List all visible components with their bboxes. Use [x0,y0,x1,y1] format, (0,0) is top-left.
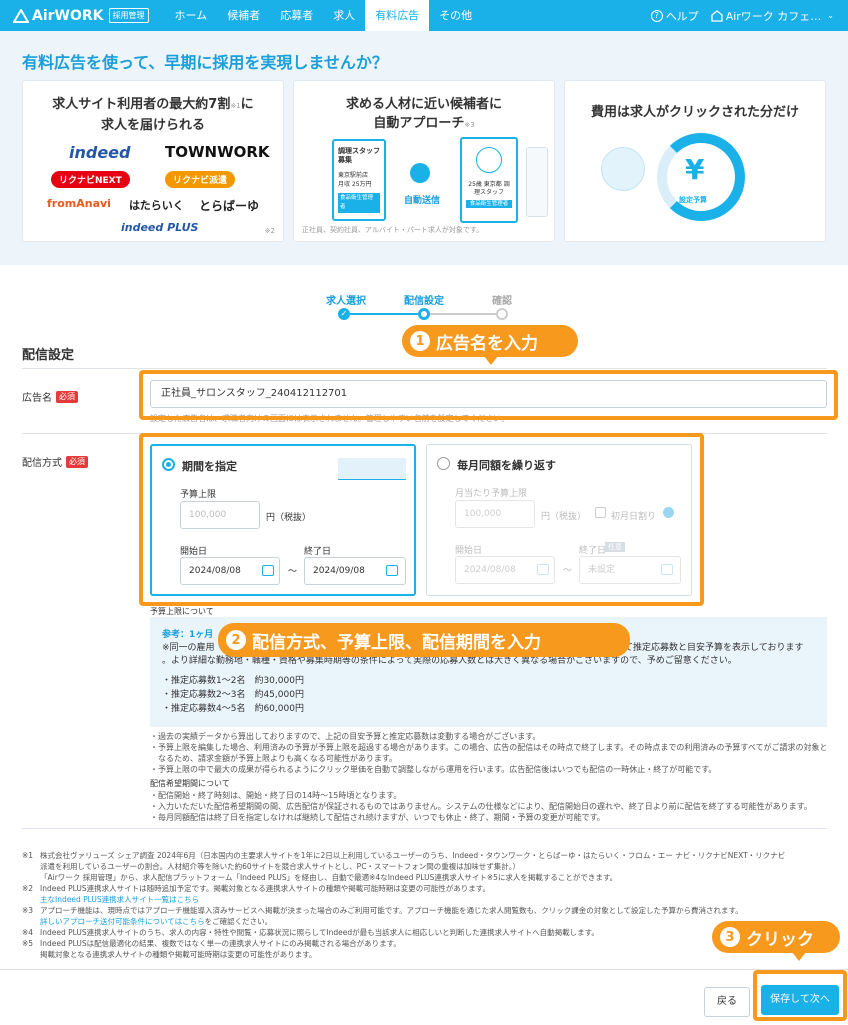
brand-torabayu: とらばーゆ [199,199,260,213]
coin-hand-icon [601,147,645,191]
delivery-method-label: 配信方式 必須 [22,454,88,469]
help-icon: ? [650,9,663,22]
footnote-1: ※1 株式会社ヴァリューズ シェア調査 2024年6月（日本国内の主要求人サイト… [22,851,786,882]
store-icon [711,9,723,22]
promo-card-cost: 費用は求人がクリックされた分だけ ¥ 設定予算 [564,80,826,242]
callout-step-1-pointer [484,356,498,365]
footnote-5: ※5 Indeed PLUSは配信最適化の結果、複数ではなく単一の連携求人サイト… [22,939,401,959]
candidate-card-illustration: 25歳 東京都 調理スタッフ 食品衛生管理者 [460,137,518,223]
footnote-2: ※2 Indeed PLUS連携求人サイトは随時追加予定です。掲載対象となる連携… [22,884,490,905]
brand-indeed-plus: indeed PLUS [121,221,199,234]
callout-step-3: 3 クリック [712,921,840,953]
divider [22,828,827,829]
budget-label: 設定予算 [679,196,707,204]
brand-rikunabi-haken: リクナビ派遣 [165,171,236,188]
nav-other[interactable]: その他 [429,0,482,31]
mail-icon [410,163,430,183]
card1-note: ※2 [264,227,275,235]
budget-info-heading: 予算上限について [150,607,214,616]
step-job-select: 求人選択 [326,296,366,307]
indeed-plus-sites-link[interactable]: 主なIndeed PLUS連携求人サイト一覧はこちら [40,894,490,905]
period-notes: ・配信開始・終了時刻は、開始・終了日の14時〜15時頃となります。 ・入力いただ… [150,791,812,822]
section-title: 配信設定 [22,348,75,363]
step-current-icon [418,308,430,320]
yen-symbol: ¥ [685,153,705,186]
budget-ref-title: 参考：1ヶ月 [162,630,214,640]
brand-froma-navi: fromAnavi [47,197,111,210]
budget-ref-text1b: て推定応募数と目安予算を表示しております [624,643,804,653]
highlight-delivery-method [139,433,704,606]
candidate-card-ghost [526,147,548,217]
highlight-ad-name [139,370,838,420]
divider [22,368,827,369]
step-done-icon: ✓ [338,308,350,320]
card2-note: 正社員、契約社員、アルバイト・パート求人が対象です。 [302,226,484,234]
approach-conditions-link[interactable]: 詳しいアプローチ送付可能条件についてはこちら [40,917,205,926]
card1-title: 求人サイト利用者の最大約7割※1に 求人を届けられる [52,97,254,133]
footnotes: ※1 株式会社ヴァリューズ シェア調査 2024年6月（日本国内の主要求人サイト… [22,850,827,960]
airwork-logo[interactable]: AirWORK 採用管理 [13,8,149,24]
budget-row: ・推定応募数4〜5名 約60,000円 [162,704,304,714]
required-badge: 必須 [66,455,88,468]
highlight-save-button [753,970,847,1021]
brand-hatarako: はたらいく [129,199,184,212]
budget-row: ・推定応募数2〜3名 約45,000円 [162,690,304,700]
promo-card-approach: 求める人材に近い候補者に 自動アプローチ※3 調理スタッフ募集 東京駅前店 月収… [293,80,555,242]
help-link[interactable]: ? ヘルプ [650,8,699,24]
callout-step-2: 2 配信方式、予算上限、配信期間を入力 [218,623,630,657]
footnote-3: ※3 アプローチ機能は、現時点ではアプローチ機能導入済みサービスへ掲載が決まった… [22,906,743,926]
main-nav: ホーム 候補者 応募者 求人 有料広告 その他 [165,0,483,31]
callout-step-1: 1 広告名を入力 [402,325,578,357]
nav-candidates[interactable]: 候補者 [217,0,270,31]
header-right: ? ヘルプ Airワーク カフェ… ⌄ [639,0,834,31]
top-header: AirWORK 採用管理 ホーム 候補者 応募者 求人 有料広告 その他 ? ヘ… [0,0,848,31]
required-badge: 必須 [56,390,78,403]
nav-home[interactable]: ホーム [165,0,218,31]
account-menu[interactable]: Airワーク カフェ… ⌄ [711,8,834,24]
card2-title: 求める人材に近い候補者に 自動アプローチ※3 [345,97,502,131]
brand-badge: 採用管理 [108,8,149,23]
step-future-icon [496,308,508,320]
nav-applicants[interactable]: 応募者 [270,0,323,31]
budget-row: ・推定応募数1〜2名 約30,000円 [162,676,304,686]
brand-name: AirWORK [32,7,104,24]
nav-jobs[interactable]: 求人 [323,0,365,31]
step-delivery-settings: 配信設定 [404,296,444,307]
promo-hero: 有料広告を使って、早期に採用を実現しませんか？ 求人サイト利用者の最大約7割※1… [0,31,848,265]
person-icon [476,147,502,173]
promo-card-reach: 求人サイト利用者の最大約7割※1に 求人を届けられる indeed TOWNWO… [22,80,284,242]
hero-title: 有料広告を使って、早期に採用を実現しませんか？ [22,53,388,72]
brand-indeed: indeed [69,143,131,162]
nav-paid-ads[interactable]: 有料広告 [365,0,430,31]
airwork-logo-icon [13,8,29,23]
brand-townwork: TOWNWORK [165,143,270,161]
account-name: Airワーク カフェ… [725,9,822,23]
budget-notes: ・過去の実績データから算出しておりますので、上記の目安予算と推定応募数は変動する… [150,732,827,774]
back-button[interactable]: 戻る [704,987,750,1017]
progress-line-todo [424,313,502,315]
callout-step-3-pointer [792,952,806,961]
job-card-illustration: 調理スタッフ募集 東京駅前店 月収 25万円 食品衛生管理者 [332,139,386,221]
ad-name-label: 広告名 必須 [22,389,78,404]
footer-divider [0,969,848,970]
step-confirm: 確認 [492,296,512,307]
help-label: ヘルプ [665,9,699,23]
brand-rikunabi-next: リクナビNEXT [51,171,130,188]
budget-ref-text1: ※同一の雇用 [162,643,215,653]
auto-send-label: 自動送信 [404,196,441,206]
period-info-heading: 配信希望期間について [150,779,230,788]
wizard-progress: 求人選択 配信設定 確認 ✓ [320,292,520,322]
progress-line-done [350,313,424,315]
chevron-down-icon: ⌄ [827,11,834,20]
card3-title: 費用は求人がクリックされた分だけ [590,105,799,120]
footnote-4: ※4 Indeed PLUS連携求人サイトのうち、求人の内容・特性や閲覧・応募状… [22,928,599,937]
